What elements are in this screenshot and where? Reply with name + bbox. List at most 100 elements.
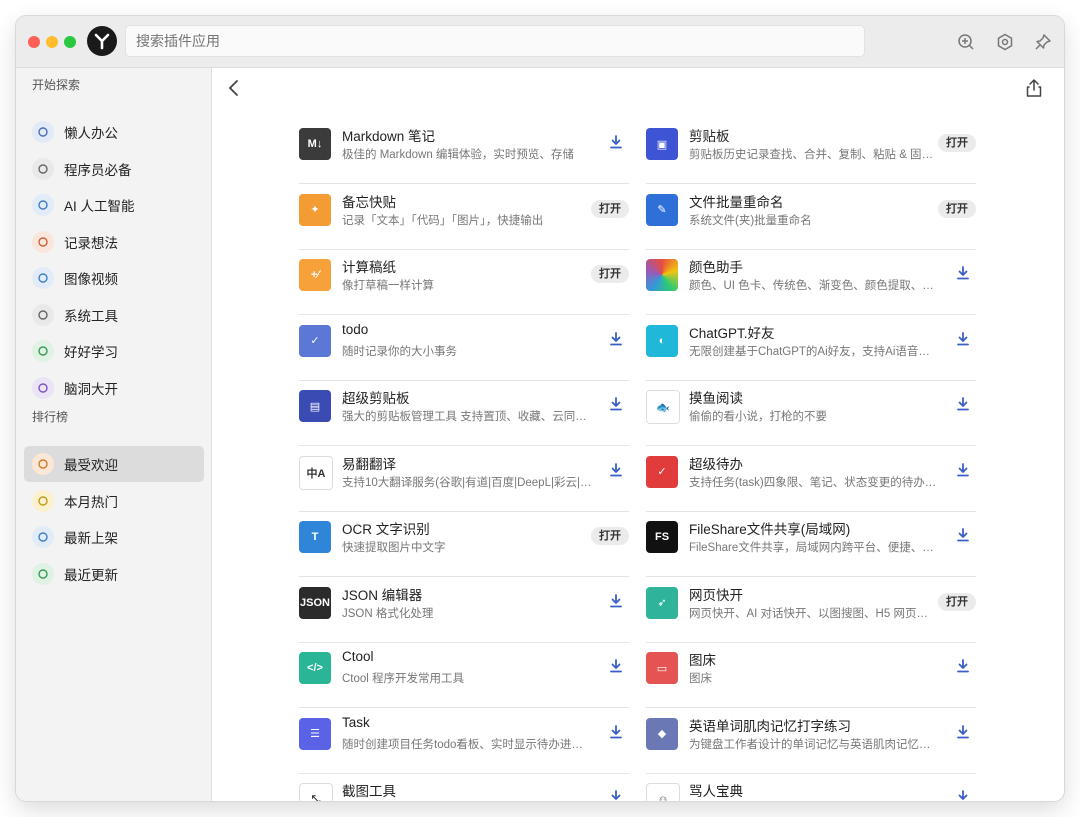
open-button[interactable]: 打开 <box>938 134 976 152</box>
search-input[interactable] <box>125 25 865 57</box>
download-icon[interactable] <box>956 790 970 801</box>
maximize-window-button[interactable] <box>64 36 76 48</box>
download-icon[interactable] <box>956 266 970 280</box>
sidebar-item[interactable]: 图像视频 <box>24 260 204 296</box>
open-button[interactable]: 打开 <box>591 527 629 545</box>
open-button[interactable]: 打开 <box>591 199 629 218</box>
app-card[interactable]: ◆ 英语单词肌肉记忆打字练习 为键盘工作者设计的单词记忆与英语肌肉记忆锻炼软件 <box>646 708 976 774</box>
sidebar-item[interactable]: 脑洞大开 <box>24 370 204 406</box>
app-card[interactable]: ☰ Task 随时创建项目任务todo看板、实时显示待办进度、多项目管理 <box>299 708 629 774</box>
app-description: 系统文件(夹)批量重命名 <box>689 214 812 227</box>
app-description: 图床 <box>689 673 712 685</box>
calculator-icon: +∕ <box>299 259 331 291</box>
bar-chart-icon <box>32 489 54 512</box>
office-icon <box>32 121 54 143</box>
graduation-cap-icon <box>32 340 54 362</box>
bar-chart-icon <box>32 453 54 475</box>
app-name: 超级剪贴板 <box>342 391 410 406</box>
download-icon[interactable] <box>609 462 623 477</box>
app-card[interactable]: 颜色助手颜色、UI 色卡、传统色、渐变色、颜色提取、收藏颜色 <box>646 249 976 315</box>
sidebar-item[interactable]: 最受欢迎 <box>24 446 204 482</box>
share-icon[interactable] <box>1024 78 1044 98</box>
app-card[interactable]: ✦ 备忘快贴 记录「文本」「代码」「图片」，快捷输出 打开 <box>299 184 629 250</box>
open-button[interactable]: 打开 <box>938 199 976 218</box>
app-name: 图床 <box>689 653 716 668</box>
settings-icon[interactable] <box>995 32 1015 52</box>
app-card[interactable]: +∕ 计算稿纸 像打草稿一样计算 打开 <box>299 249 629 315</box>
sidebar-item[interactable]: 系统工具 <box>24 297 204 333</box>
app-card[interactable]: M↓ Markdown 笔记 极佳的 Markdown 编辑体验，实时预览、存储 <box>299 118 629 184</box>
download-icon[interactable] <box>609 135 623 149</box>
app-card[interactable]: FS FileShare文件共享(局域网) FileShare文件共享，局域网内跨平… <box>646 511 976 577</box>
sidebar-item[interactable]: 懒人办公 <box>24 114 204 150</box>
app-card[interactable]: ✓ todo 随时记录你的大小事务 <box>299 315 629 381</box>
open-button[interactable]: 打开 <box>591 265 629 283</box>
back-arrow-icon[interactable] <box>224 78 244 98</box>
app-description: FileShare文件共享，局域网内跨平台、便捷、快速传输文件 <box>689 542 939 554</box>
app-name: 英语单词肌肉记忆打字练习 <box>689 718 851 734</box>
ranking-section-title: 排行榜 <box>32 410 69 424</box>
app-card[interactable]: </> Ctool Ctool 程序开发常用工具 <box>299 642 629 708</box>
sidebar: 开始探索 懒人办公 程序员必备 AI 人工智能 记录想法 图像视频 系统工具 好好学习 脑洞大… <box>16 68 212 801</box>
download-icon[interactable] <box>609 724 623 739</box>
sidebar-item-label: 程序员必备 <box>64 162 132 178</box>
download-icon[interactable] <box>609 790 623 801</box>
app-card[interactable]: ➶ 网页快开 网页快开、AI 对话快开、以图搜图、H5 网页聚合 打开 <box>646 577 976 643</box>
app-card[interactable]: ✎ 文件批量重命名 系统文件(夹)批量重命名 打开 <box>646 184 976 250</box>
fish-icon: 🐟 <box>646 390 680 424</box>
sidebar-item[interactable]: AI 人工智能 <box>24 187 204 223</box>
upload-icon <box>32 526 54 548</box>
download-icon[interactable] <box>609 397 623 411</box>
download-icon[interactable] <box>956 724 970 739</box>
app-card[interactable]: ☺骂人宝典忍一时风平浪静,退一步越想越气 <box>646 773 976 801</box>
minimize-window-button[interactable] <box>46 36 58 48</box>
app-name: Ctool <box>342 649 374 664</box>
sidebar-item[interactable]: 本月热门 <box>24 483 204 519</box>
download-icon[interactable] <box>609 331 623 346</box>
app-card[interactable]: ▭ 图床 图床 <box>646 642 976 708</box>
video-icon <box>32 267 54 289</box>
app-name: Markdown 笔记 <box>342 129 436 144</box>
app-card[interactable]: 🐟 摸鱼阅读 偷偷的看小说，打枪的不要 <box>646 380 976 446</box>
app-card[interactable]: ⤡截图工具截图工具 <box>299 773 629 801</box>
download-icon[interactable] <box>956 528 970 542</box>
screenshot-icon: ⤡ <box>299 783 333 801</box>
app-card[interactable]: 中A 易翻翻译支持10大翻译服务(谷歌|有道|百度|DeepL|彩云|小牛|腾讯) <box>299 446 629 512</box>
rocket-icon: ➶ <box>646 586 678 619</box>
download-icon[interactable] <box>956 659 970 673</box>
sidebar-item-label: 本月热门 <box>64 494 118 510</box>
app-name: 摸鱼阅读 <box>689 391 743 406</box>
download-icon[interactable] <box>956 331 970 346</box>
app-card[interactable]: T OCR 文字识别 快速提取图片中文字 打开 <box>299 511 629 577</box>
sidebar-item-label: AI 人工智能 <box>64 199 135 214</box>
zoom-in-icon[interactable] <box>956 32 976 52</box>
close-window-button[interactable] <box>28 36 40 48</box>
download-icon[interactable] <box>609 593 623 608</box>
clipboard-icon: ▣ <box>646 128 678 160</box>
rename-pen-icon: ✎ <box>646 193 678 226</box>
app-description: 无限创建基于ChatGPT的Ai好友，支持Ai语音对话、绘画 <box>689 345 939 358</box>
app-card[interactable]: ◐ ChatGPT.好友无限创建基于ChatGPT的Ai好友，支持Ai语音对话、绘… <box>646 315 976 381</box>
main-panel: M↓ Markdown 笔记 极佳的 Markdown 编辑体验，实时预览、存储 ✦ 备… <box>212 68 1064 801</box>
download-icon[interactable] <box>609 659 623 673</box>
pin-icon[interactable] <box>1033 32 1053 52</box>
sidebar-item[interactable]: 程序员必备 <box>24 151 204 187</box>
app-card[interactable]: ✓ 超级待办支持任务(task)四象限、笔记、状态变更的待办工具，支持同步 <box>646 446 976 512</box>
sidebar-item-label: 懒人办公 <box>64 126 118 141</box>
sidebar-item[interactable]: 好好学习 <box>24 333 204 369</box>
sidebar-item-label: 脑洞大开 <box>64 381 118 397</box>
sidebar-item[interactable]: 最近更新 <box>24 556 204 592</box>
app-logo-icon[interactable] <box>87 26 117 56</box>
sidebar-item[interactable]: 最新上架 <box>24 519 204 555</box>
title-bar <box>16 16 1064 68</box>
sidebar-item[interactable]: 记录想法 <box>24 224 204 260</box>
app-description: 快速提取图片中文字 <box>342 542 446 554</box>
open-button[interactable]: 打开 <box>938 592 976 611</box>
app-description: JSON 格式化处理 <box>342 607 434 620</box>
app-name: 截图工具 <box>342 784 396 799</box>
app-card[interactable]: ▣ 剪贴板剪贴板历史记录查找、合并、复制、粘贴 & 固定剪贴板打开 <box>646 118 976 184</box>
download-icon[interactable] <box>956 462 970 477</box>
app-card[interactable]: JSON JSON 编辑器 JSON 格式化处理 <box>299 577 629 643</box>
app-card[interactable]: ▤ 超级剪贴板强大的剪贴板管理工具 支持置顶、收藏、云同步、功能强大 <box>299 380 629 446</box>
download-icon[interactable] <box>956 397 970 411</box>
